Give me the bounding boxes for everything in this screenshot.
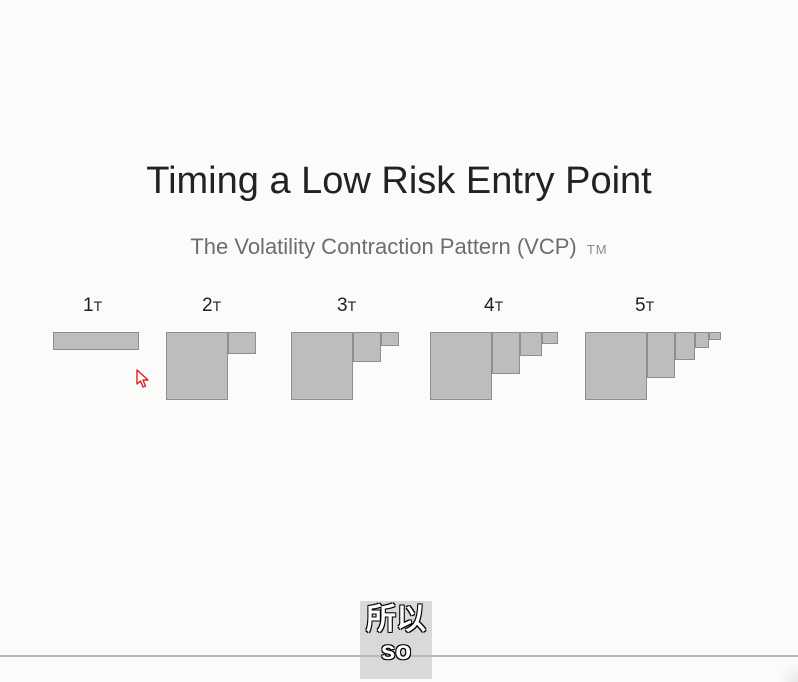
contraction-bar — [353, 332, 381, 362]
contraction-bar — [492, 332, 520, 374]
group-label: 4T — [484, 295, 612, 317]
group-label: 5T — [635, 295, 775, 317]
group-label: 1T — [83, 295, 173, 317]
contraction-bar — [585, 332, 647, 400]
contraction-bar — [53, 332, 139, 350]
vcp-diagram-row: 1T 2T 3T 4T — [0, 295, 798, 415]
group-number: 4 — [484, 295, 495, 316]
contraction-bar — [430, 332, 492, 400]
page-curl-shadow — [778, 662, 798, 682]
contraction-bar — [709, 332, 721, 340]
group-label: 2T — [202, 295, 294, 317]
contraction-bar — [520, 332, 542, 356]
contraction-bar — [675, 332, 695, 360]
slide-subtitle: The Volatility Contraction Pattern (VCP)… — [0, 234, 798, 260]
group-subscript: T — [94, 298, 103, 314]
group-number: 3 — [337, 295, 348, 316]
caption-chinese: 所以 — [360, 605, 432, 635]
group-subscript: T — [348, 298, 357, 314]
group-subscript: T — [213, 298, 222, 314]
group-subscript: T — [495, 298, 504, 314]
contraction-bar — [381, 332, 399, 346]
group-number: 5 — [635, 295, 646, 316]
slide-title: Timing a Low Risk Entry Point — [0, 160, 798, 203]
video-caption-overlay: 所以 so — [360, 601, 432, 679]
caption-english: so — [360, 637, 432, 663]
contraction-bar — [542, 332, 558, 344]
contraction-bar — [695, 332, 709, 348]
contraction-bar — [228, 332, 256, 354]
contraction-bar — [291, 332, 353, 400]
trademark-label: TM — [587, 242, 608, 257]
group-label: 3T — [337, 295, 445, 317]
contraction-bar — [166, 332, 228, 400]
group-number: 1 — [83, 295, 94, 316]
contraction-bar — [647, 332, 675, 378]
group-subscript: T — [646, 298, 655, 314]
group-number: 2 — [202, 295, 213, 316]
subtitle-text: The Volatility Contraction Pattern (VCP) — [190, 234, 576, 259]
